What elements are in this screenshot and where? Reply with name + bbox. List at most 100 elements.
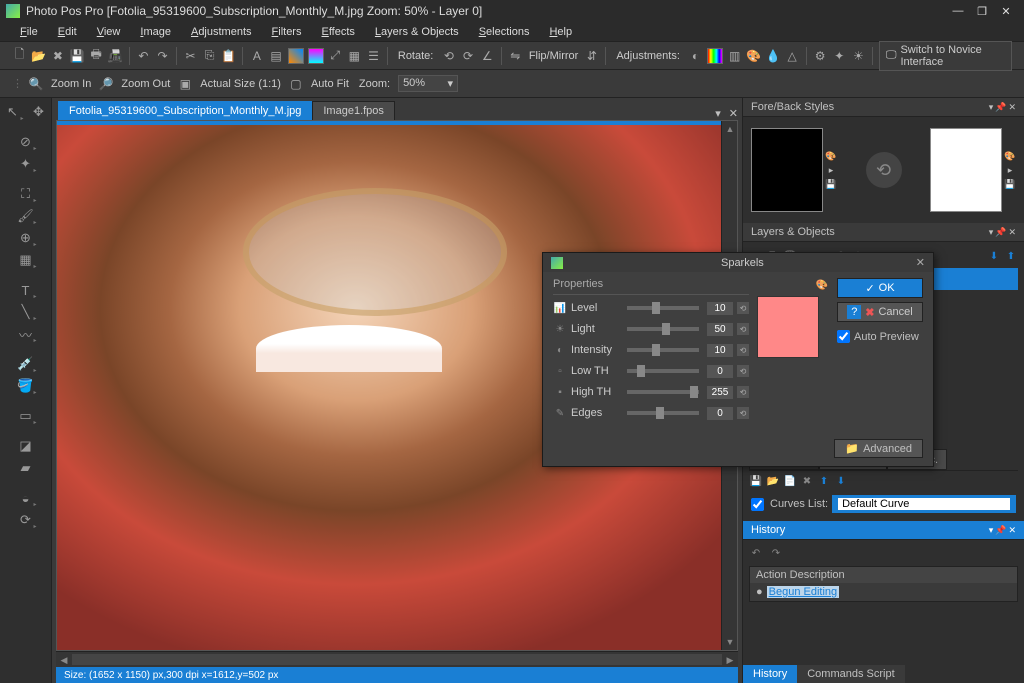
rotate-left-icon[interactable]: ⟲ xyxy=(441,47,456,65)
layer-up-icon[interactable]: ⬆ xyxy=(1004,249,1018,263)
prop-light-reset-icon[interactable]: ⟲ xyxy=(737,323,749,335)
minimize-button[interactable]: — xyxy=(946,2,970,20)
prop-highth-reset-icon[interactable]: ⟲ xyxy=(737,386,749,398)
gradient-a-icon[interactable] xyxy=(288,47,304,65)
close-icon[interactable]: ✕ xyxy=(1008,227,1016,237)
line-tool[interactable]: ╲▸ xyxy=(14,302,38,322)
auto-fit-link[interactable]: Auto Fit xyxy=(309,78,351,90)
curve-open-icon[interactable]: 📂 xyxy=(766,474,780,488)
auto-fit-icon[interactable]: ▢ xyxy=(287,75,305,93)
background-swatch[interactable] xyxy=(930,128,1002,212)
menu-layers-objects[interactable]: Layers & Objects xyxy=(367,24,467,40)
actual-size-icon[interactable]: ▣ xyxy=(176,75,194,93)
scroll-up-icon[interactable]: ▲ xyxy=(722,121,738,137)
novice-interface-button[interactable]: 🖵 Switch to Novice Interface xyxy=(879,41,1012,71)
scan-icon[interactable]: 📠 xyxy=(108,47,123,65)
tab-close-icon[interactable]: ✕ xyxy=(725,107,742,120)
curve-del-icon[interactable]: ✖ xyxy=(800,474,814,488)
menu-selections[interactable]: Selections xyxy=(471,24,538,40)
crop-tool[interactable]: ⛶▸ xyxy=(14,184,38,204)
ok-button[interactable]: ✓OK xyxy=(837,278,923,298)
zoom-in-icon[interactable]: 🔍 xyxy=(27,75,45,93)
bg-arrow-icon[interactable]: ▸ xyxy=(1004,164,1016,176)
zoom-out-link[interactable]: Zoom Out xyxy=(119,78,172,90)
save-icon[interactable]: 💾 xyxy=(69,47,84,65)
prop-light-slider[interactable] xyxy=(627,327,699,331)
prop-level-reset-icon[interactable]: ⟲ xyxy=(737,302,749,314)
close-icon[interactable]: ✕ xyxy=(1008,525,1016,535)
resize-icon[interactable]: ⤢ xyxy=(328,47,343,65)
flip-mirror-link[interactable]: Flip/Mirror xyxy=(527,50,581,62)
copy-icon[interactable]: ⎘ xyxy=(202,47,217,65)
new-icon[interactable]: 🗋 xyxy=(12,47,27,65)
curve-tool[interactable]: 〰▸ xyxy=(14,324,38,344)
stamp-tool[interactable]: ⊕▸ xyxy=(14,228,38,248)
prop-intensity-slider[interactable] xyxy=(627,348,699,352)
cursor-tool[interactable]: ↖▸ xyxy=(1,102,25,122)
zoom-out-icon[interactable]: 🔎 xyxy=(97,75,115,93)
menu-adjustments[interactable]: Adjustments xyxy=(183,24,260,40)
prop-level-value[interactable]: 10 xyxy=(707,302,733,315)
zoom-in-link[interactable]: Zoom In xyxy=(49,78,93,90)
menu-image[interactable]: Image xyxy=(132,24,179,40)
preview-swatch[interactable] xyxy=(757,296,819,358)
chevron-down-icon[interactable]: ▾ xyxy=(989,227,994,237)
prop-highth-value[interactable]: 255 xyxy=(707,386,733,399)
cut-icon[interactable]: ✂ xyxy=(183,47,198,65)
curves-enabled-checkbox[interactable] xyxy=(751,498,764,511)
prop-edges-slider[interactable] xyxy=(627,411,699,415)
bottom-tab-history[interactable]: History xyxy=(743,665,797,683)
history-panel-header[interactable]: History ▾📌✕ xyxy=(743,521,1024,540)
swap-colors-button[interactable]: ⟲ xyxy=(866,152,902,188)
paste-icon[interactable]: 📋 xyxy=(221,47,236,65)
prop-light-value[interactable]: 50 xyxy=(707,323,733,336)
bg-save-icon[interactable]: 💾 xyxy=(1004,178,1016,190)
lasso-tool[interactable]: ⊘▸ xyxy=(14,132,38,152)
prop-lowth-reset-icon[interactable]: ⟲ xyxy=(737,365,749,377)
chevron-down-icon[interactable]: ▾ xyxy=(989,525,994,535)
prop-level-slider[interactable] xyxy=(627,306,699,310)
close-button[interactable]: ✕ xyxy=(994,2,1018,20)
foreback-panel-header[interactable]: Fore/Back Styles ▾📌✕ xyxy=(743,98,1024,117)
actual-size-link[interactable]: Actual Size (1:1) xyxy=(198,78,283,90)
dialog-titlebar[interactable]: Sparkels ✕ xyxy=(543,253,933,272)
bg-picker-icon[interactable]: 🎨 xyxy=(1004,150,1016,162)
move-tool[interactable]: ✥ xyxy=(27,102,51,122)
adj-light-icon[interactable]: ☀ xyxy=(851,47,866,65)
fg-arrow-icon[interactable]: ▸ xyxy=(825,164,837,176)
menu-view[interactable]: View xyxy=(89,24,129,40)
layer-down-icon[interactable]: ⬇ xyxy=(987,249,1001,263)
layers-icon[interactable]: ▤ xyxy=(268,47,283,65)
print-icon[interactable]: 🖶 xyxy=(89,47,104,65)
prop-highth-slider[interactable] xyxy=(627,390,699,394)
close-doc-icon[interactable]: ✖ xyxy=(50,47,65,65)
tab-dropdown-icon[interactable]: ▾ xyxy=(711,107,725,120)
curve-down-icon[interactable]: ⬇ xyxy=(834,474,848,488)
undo-icon[interactable]: ↶ xyxy=(136,47,151,65)
open-icon[interactable]: 📂 xyxy=(31,47,46,65)
menu-edit[interactable]: Edit xyxy=(50,24,85,40)
prop-lowth-value[interactable]: 0 xyxy=(707,365,733,378)
bottom-tab-commands[interactable]: Commands Script xyxy=(797,665,904,683)
adj-color-icon[interactable]: 🎨 xyxy=(746,47,761,65)
tab-active[interactable]: Fotolia_95319600_Subscription_Monthly_M.… xyxy=(58,101,312,120)
font-icon[interactable]: A xyxy=(249,47,264,65)
adj-blur-icon[interactable]: 💧 xyxy=(765,47,780,65)
healing-tool[interactable]: ◒▸ xyxy=(14,488,38,508)
flip-h-icon[interactable]: ⇋ xyxy=(508,47,523,65)
magic-select-tool[interactable]: ✦▸ xyxy=(14,154,38,174)
tab-inactive[interactable]: Image1.fpos xyxy=(312,101,395,120)
adj-contrast-icon[interactable]: ◐ xyxy=(688,47,703,65)
text-tool[interactable]: T▸ xyxy=(14,280,38,300)
auto-preview-checkbox[interactable] xyxy=(837,330,850,343)
shape-tool[interactable]: ▭▸ xyxy=(14,406,38,426)
clone-tool[interactable]: ⟳▸ xyxy=(14,510,38,530)
history-item[interactable]: ● Begun Editing xyxy=(750,583,1017,601)
scroll-down-icon[interactable]: ▼ xyxy=(722,634,738,650)
horizontal-scrollbar[interactable]: ◀ ▶ xyxy=(56,651,738,667)
smudge-tool[interactable]: ▰ xyxy=(14,458,38,478)
advanced-button[interactable]: 📁Advanced xyxy=(834,439,923,458)
rotate-right-icon[interactable]: ⟳ xyxy=(461,47,476,65)
curve-up-icon[interactable]: ⬆ xyxy=(817,474,831,488)
adj-sharp-icon[interactable]: △ xyxy=(785,47,800,65)
